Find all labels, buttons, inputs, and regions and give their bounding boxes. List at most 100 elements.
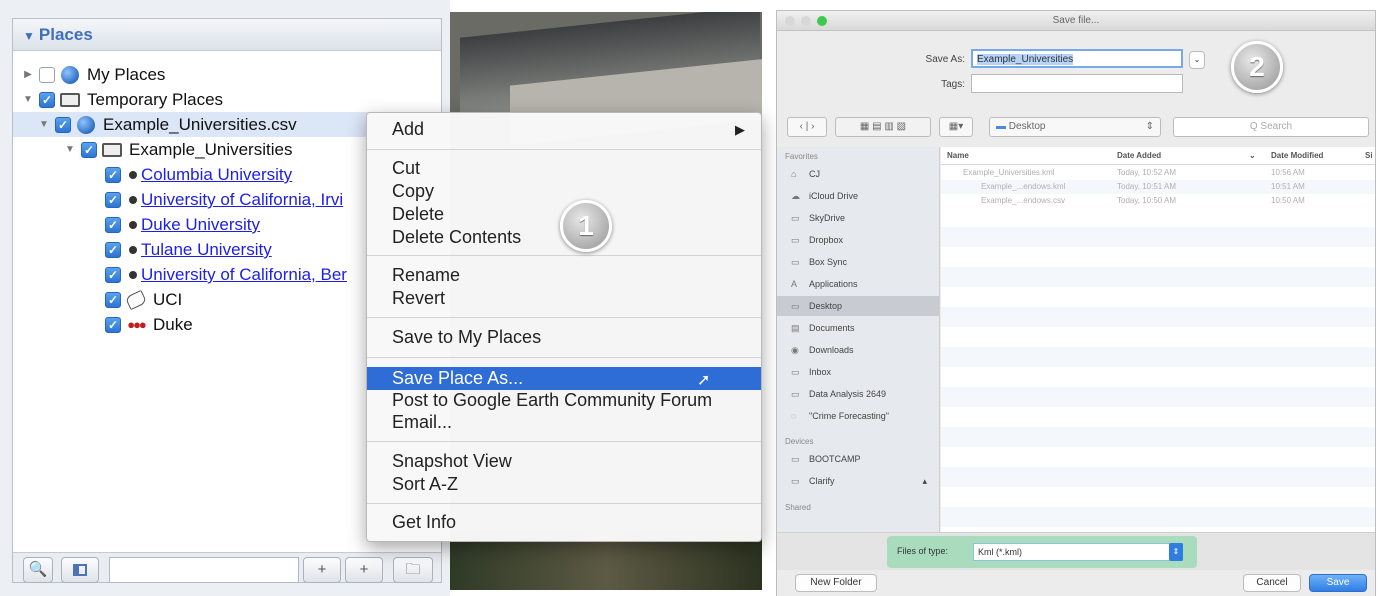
placemark-link[interactable]: Columbia University xyxy=(141,162,292,187)
checkbox[interactable] xyxy=(55,116,71,133)
checkbox[interactable] xyxy=(39,91,55,108)
file-date-added: Today, 10:51 AM xyxy=(1117,182,1176,191)
minimize-window-button[interactable] xyxy=(801,16,811,26)
tree-row-temporary-places[interactable]: ▼ Temporary Places xyxy=(21,87,223,112)
sidebar-item-inbox[interactable]: ▭ Inbox xyxy=(777,362,939,382)
menu-item-label: Delete xyxy=(392,204,445,224)
placemark-link[interactable]: University of California, Irvi xyxy=(141,187,343,212)
sidebar-item-icloud[interactable]: ☁ iCloud Drive xyxy=(777,186,939,206)
sidebar-item-clarify[interactable]: ▭ Clarify ▴ xyxy=(777,471,939,491)
menu-item-revert[interactable]: Revert xyxy=(367,287,761,310)
menu-item-get-info[interactable]: Get Info xyxy=(367,511,761,534)
tree-row-polygon[interactable]: UCI xyxy=(101,287,182,312)
tree-row-my-places[interactable]: ▶ My Places xyxy=(21,62,165,87)
eject-icon: ▴ xyxy=(922,476,927,486)
file-row[interactable]: Example_Universities.kml Today, 10:52 AM… xyxy=(941,166,1375,180)
checkbox[interactable] xyxy=(105,216,121,233)
menu-item-snapshot-view[interactable]: Snapshot View xyxy=(367,450,761,473)
disclosure-down-icon[interactable]: ▼ xyxy=(21,87,35,112)
file-date-modified: 10:50 AM xyxy=(1271,196,1305,205)
add-folder-button[interactable]: 🗀 xyxy=(393,557,433,583)
arrange-button[interactable]: ▦▾ xyxy=(939,117,973,137)
checkbox[interactable] xyxy=(81,141,97,158)
view-mode-buttons[interactable]: ▦ ▤ ▥ ▧ xyxy=(835,117,931,137)
disclosure-down-icon[interactable]: ▼ xyxy=(37,112,51,137)
tags-label: Tags: xyxy=(941,79,965,90)
tags-input[interactable] xyxy=(971,74,1183,93)
menu-item-save-place-as[interactable]: Save Place As... ➚ xyxy=(367,367,761,390)
placemark-link[interactable]: Tulane University xyxy=(141,237,272,262)
menu-item-save-to-my-places[interactable]: Save to My Places xyxy=(367,326,761,349)
panel-toggle-button[interactable] xyxy=(61,557,99,583)
sidebar-item-desktop[interactable]: ▭ Desktop xyxy=(777,296,939,316)
file-row[interactable]: Example_...endows.csv Today, 10:50 AM 10… xyxy=(941,194,1375,208)
column-date-modified[interactable]: Date Modified xyxy=(1271,151,1323,160)
collapse-triangle-icon[interactable]: ▼ xyxy=(23,29,35,43)
sidebar-label: Data Analysis 2649 xyxy=(809,389,887,399)
move-down-button[interactable]: + xyxy=(345,557,383,583)
tree-row-placemark[interactable]: Duke University xyxy=(101,212,260,237)
menu-item-add[interactable]: Add ▶ xyxy=(367,118,761,141)
search-button[interactable]: 🔍 xyxy=(23,557,53,583)
sidebar-item-dropbox[interactable]: ▭ Dropbox xyxy=(777,230,939,250)
checkbox[interactable] xyxy=(105,266,121,283)
disclosure-down-icon[interactable]: ▼ xyxy=(63,137,77,162)
menu-item-sort-a-z[interactable]: Sort A-Z xyxy=(367,473,761,496)
tree-row-placemark[interactable]: Tulane University xyxy=(101,237,272,262)
sidebar-item-applications[interactable]: A Applications xyxy=(777,274,939,294)
tree-row-placemark[interactable]: Columbia University xyxy=(101,162,292,187)
file-type-select[interactable]: Kml (*.kml) ⇕ xyxy=(973,543,1183,561)
placemark-link[interactable]: University of California, Ber xyxy=(141,262,347,287)
sidebar-item-box-sync[interactable]: ▭ Box Sync xyxy=(777,252,939,272)
save-button[interactable]: Save xyxy=(1309,574,1367,592)
menu-item-copy[interactable]: Copy xyxy=(367,180,761,203)
sidebar-item-crime-forecasting[interactable]: ◌ "Crime Forecasting" xyxy=(777,406,939,426)
sidebar-label: Desktop xyxy=(809,301,843,311)
sidebar-label: Clarify xyxy=(809,476,835,486)
tree-row-placemark[interactable]: University of California, Ber xyxy=(101,262,347,287)
sidebar-item-data-analysis[interactable]: ▭ Data Analysis 2649 xyxy=(777,384,939,404)
checkbox[interactable] xyxy=(105,191,121,208)
file-type-highlight: Files of type: Kml (*.kml) ⇕ xyxy=(887,536,1197,568)
menu-item-email[interactable]: Email... xyxy=(367,411,761,434)
places-search-input[interactable] xyxy=(109,557,299,583)
checkbox[interactable] xyxy=(105,166,121,183)
sort-chevron-icon: ⌄ xyxy=(1249,151,1256,160)
sidebar-item-downloads[interactable]: ◉ Downloads xyxy=(777,340,939,360)
checkbox[interactable] xyxy=(105,291,121,308)
save-as-input[interactable]: Example_Universities xyxy=(971,49,1183,68)
column-name[interactable]: Name xyxy=(947,151,969,160)
column-size[interactable]: Si xyxy=(1365,151,1373,160)
checkbox[interactable] xyxy=(105,241,121,258)
expand-dialog-button[interactable]: ⌄ xyxy=(1189,51,1205,69)
menu-item-rename[interactable]: Rename xyxy=(367,264,761,287)
zoom-window-button[interactable] xyxy=(817,16,827,26)
new-folder-button[interactable]: New Folder xyxy=(795,574,877,592)
close-window-button[interactable] xyxy=(785,16,795,26)
checkbox[interactable] xyxy=(105,316,121,333)
move-up-button[interactable]: + xyxy=(303,557,341,583)
menu-item-post-to-forum[interactable]: Post to Google Earth Community Forum xyxy=(367,389,761,412)
places-header[interactable]: ▼ Places xyxy=(13,19,441,51)
globe-folder-icon xyxy=(75,115,97,134)
column-date-added[interactable]: Date Added xyxy=(1117,151,1161,160)
tree-row-placemark[interactable]: University of California, Irvi xyxy=(101,187,343,212)
menu-separator xyxy=(367,503,761,504)
checkbox[interactable] xyxy=(39,66,55,83)
sidebar-item-skydrive[interactable]: ▭ SkyDrive xyxy=(777,208,939,228)
plus-icon: + xyxy=(317,561,327,578)
menu-item-cut[interactable]: Cut xyxy=(367,157,761,180)
disclosure-right-icon[interactable]: ▶ xyxy=(21,62,35,87)
cancel-button[interactable]: Cancel xyxy=(1243,574,1301,592)
menu-separator xyxy=(367,441,761,442)
sidebar-item-bootcamp[interactable]: ▭ BOOTCAMP xyxy=(777,449,939,469)
location-popup[interactable]: ▬ Desktop ⇕ xyxy=(989,117,1161,137)
tree-row-path[interactable]: ●●● Duke xyxy=(101,312,193,337)
back-forward-buttons[interactable]: ‹ | › xyxy=(787,117,827,137)
search-input[interactable]: Q Search xyxy=(1173,117,1369,137)
tree-row-example-universities[interactable]: ▼ Example_Universities xyxy=(63,137,292,162)
placemark-link[interactable]: Duke University xyxy=(141,212,260,237)
sidebar-item-documents[interactable]: ▤ Documents xyxy=(777,318,939,338)
file-row[interactable]: Example_...endows.kml Today, 10:51 AM 10… xyxy=(941,180,1375,194)
sidebar-item-cj[interactable]: ⌂ CJ xyxy=(777,164,939,184)
